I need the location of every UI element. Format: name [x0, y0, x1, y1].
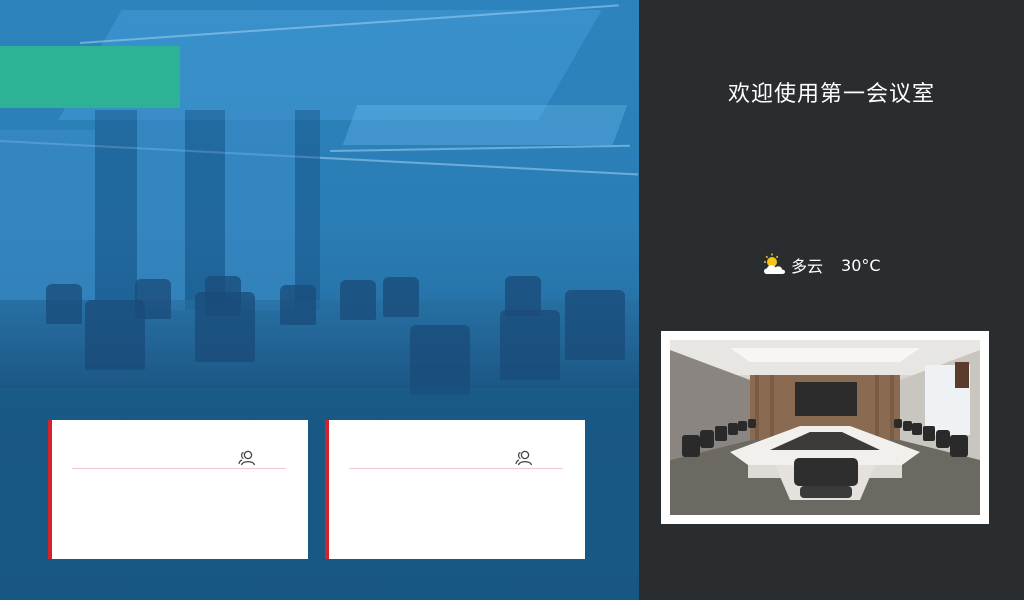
- chair: [410, 325, 470, 395]
- chair: [195, 292, 255, 362]
- weather-condition: 多云: [791, 257, 824, 276]
- card-divider: [72, 468, 286, 469]
- weather-widget: 多云 30°C: [761, 253, 881, 277]
- meeting-card[interactable]: [325, 420, 585, 559]
- meeting-card[interactable]: [48, 420, 308, 559]
- chair: [340, 280, 376, 320]
- card-divider: [349, 468, 563, 469]
- chair: [565, 290, 625, 360]
- people-icon: [515, 450, 533, 466]
- chair: [280, 285, 316, 325]
- left-panel: [0, 0, 639, 600]
- ceiling-light-panel: [342, 105, 628, 145]
- curtain: [295, 110, 320, 310]
- people-icon: [238, 450, 256, 466]
- partly-cloudy-icon: [764, 253, 786, 274]
- chair: [383, 277, 419, 317]
- curtain: [95, 110, 137, 310]
- conference-room-illustration: [670, 340, 980, 515]
- curtain: [0, 130, 95, 300]
- weather-temperature: 30°C: [841, 255, 881, 275]
- welcome-title: 欢迎使用第一会议室: [727, 82, 935, 107]
- conference-room-photo: [670, 340, 980, 515]
- chair: [500, 310, 560, 380]
- chair: [46, 284, 82, 324]
- chair: [85, 300, 145, 370]
- right-panel: 欢迎使用第一会议室 多云 30°C: [639, 0, 1024, 600]
- room-photo-frame: [661, 331, 989, 524]
- green-tab-label: [0, 46, 180, 108]
